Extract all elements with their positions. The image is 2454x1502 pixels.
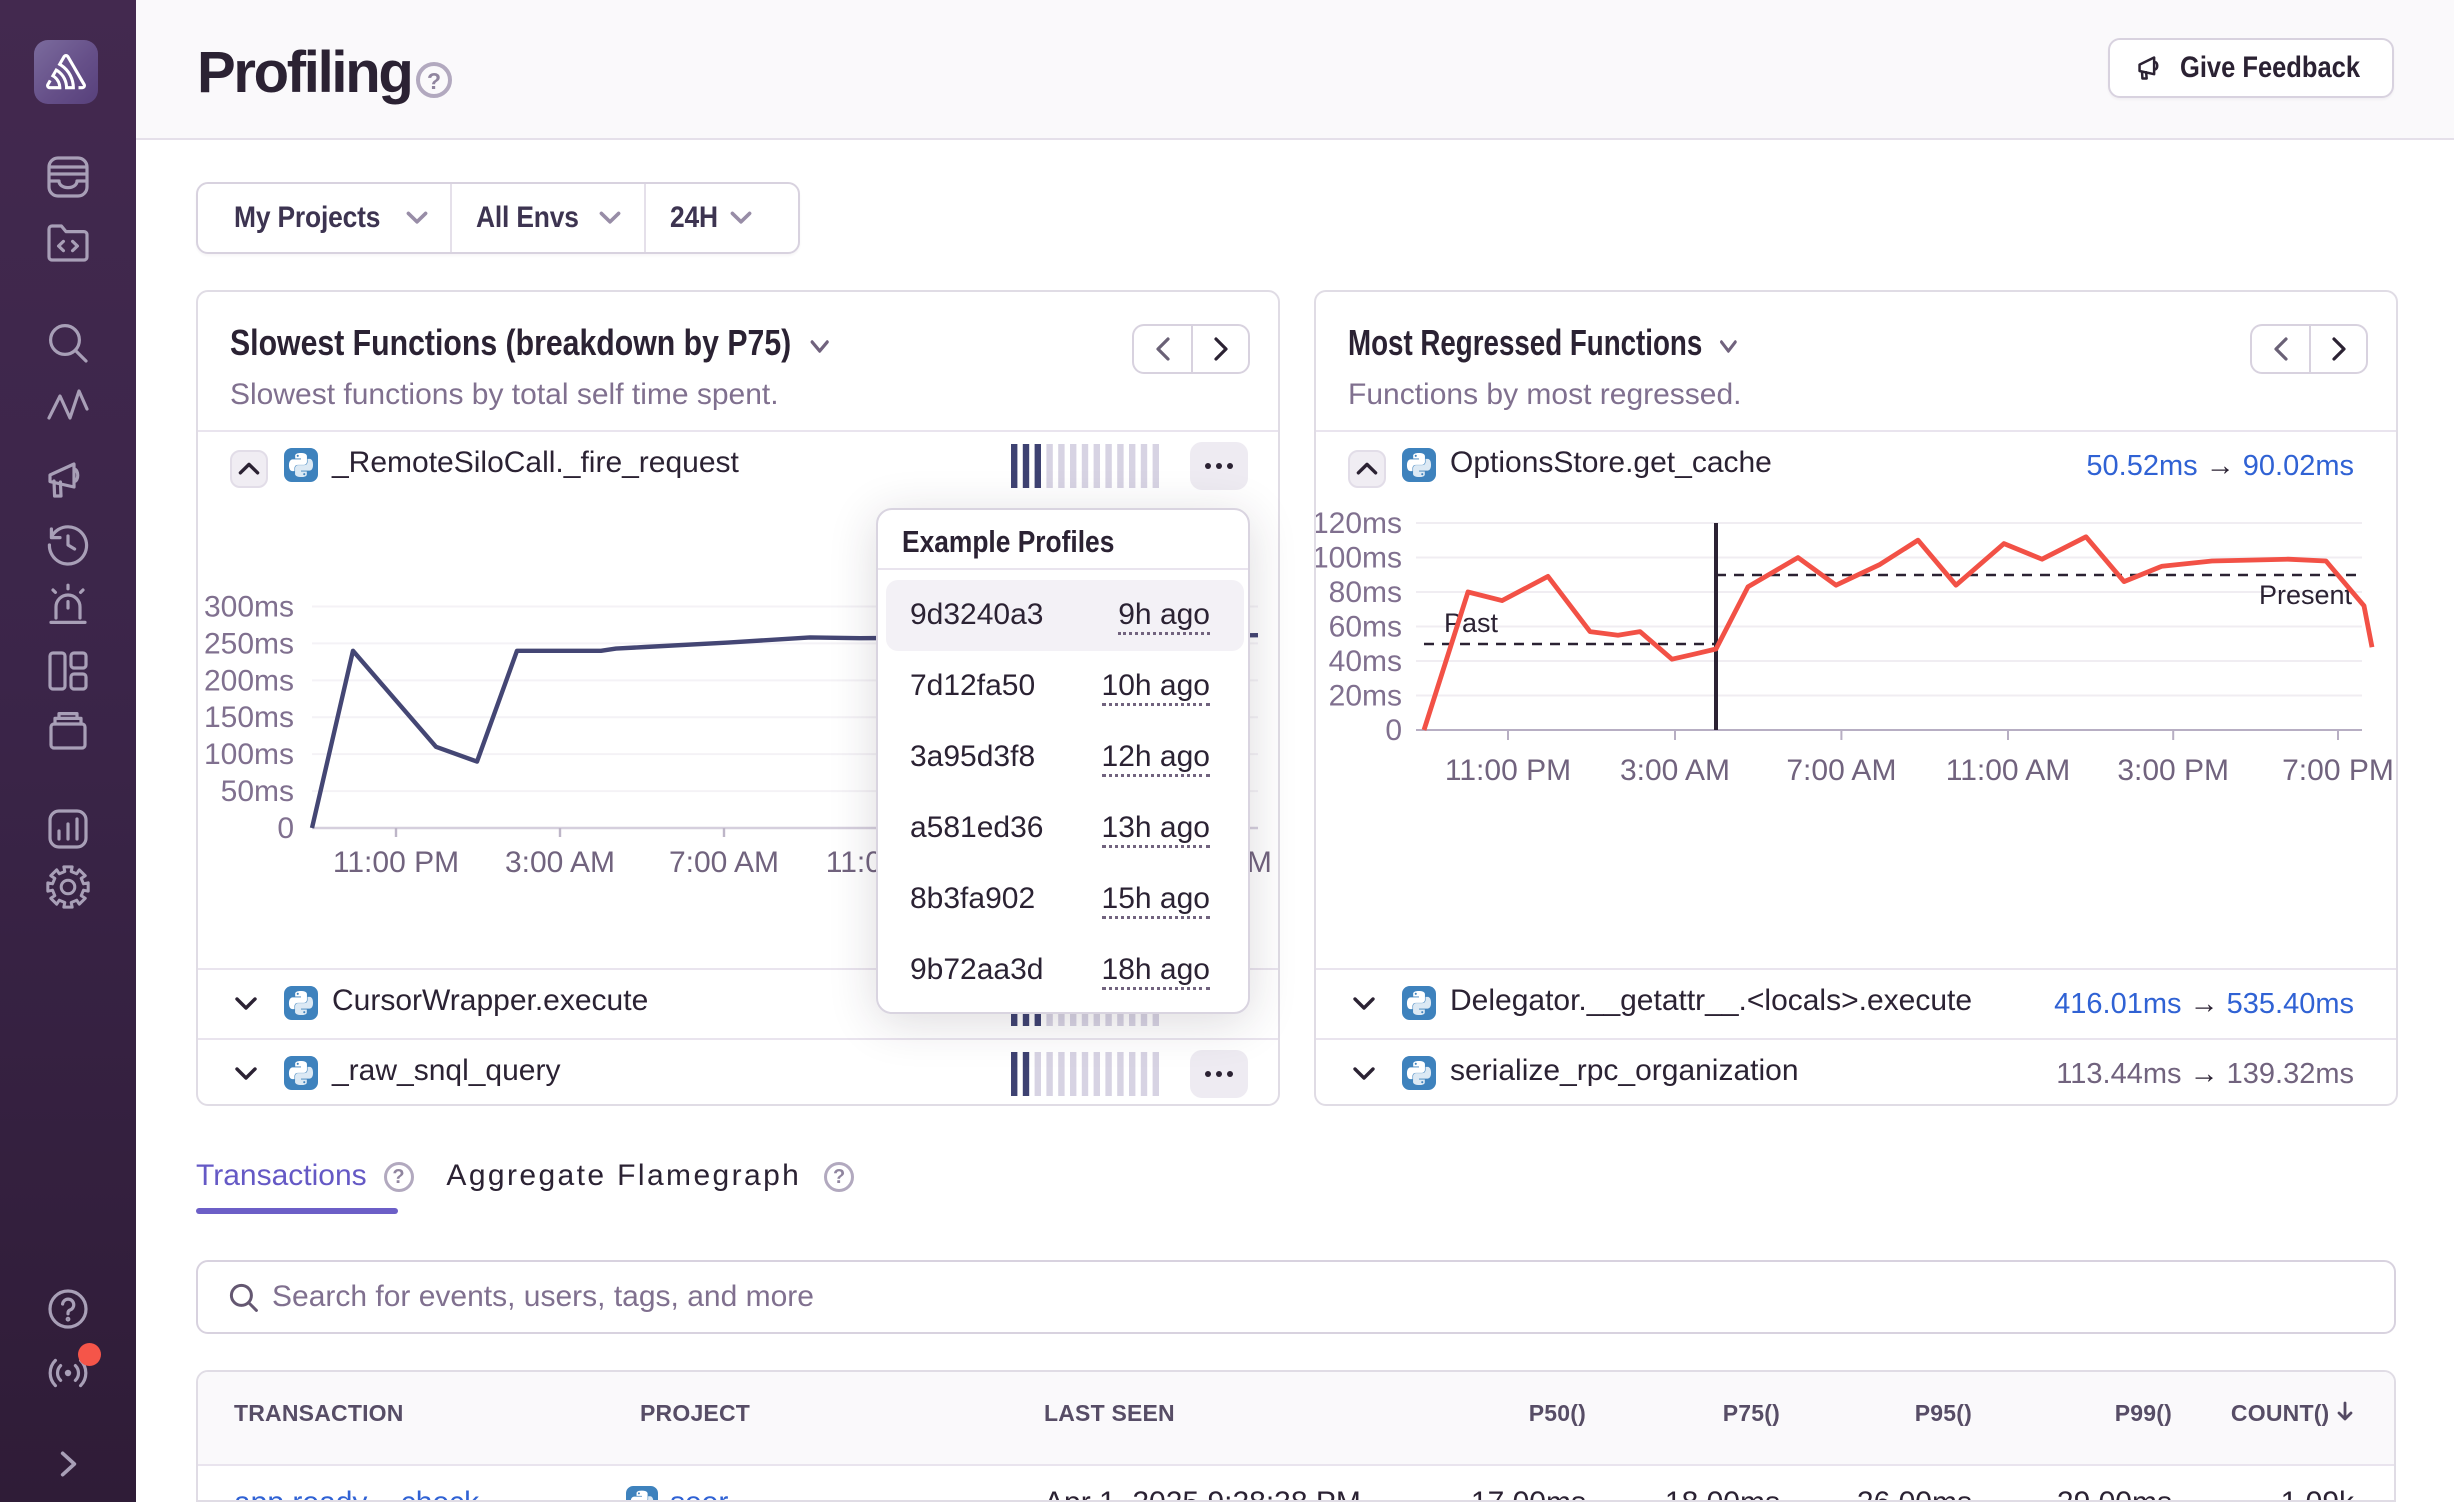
svg-text:Past: Past — [1444, 608, 1499, 638]
svg-text:7:00 AM: 7:00 AM — [1786, 754, 1896, 787]
svg-text:7:00 PM: 7:00 PM — [2282, 754, 2394, 787]
svg-text:40ms: 40ms — [1329, 645, 1402, 678]
svg-text:3:00 PM: 3:00 PM — [2117, 754, 2229, 787]
svg-text:200ms: 200ms — [204, 664, 294, 697]
svg-text:100ms: 100ms — [1316, 542, 1402, 575]
svg-text:250ms: 250ms — [204, 627, 294, 660]
svg-text:11:00 PM: 11:00 PM — [333, 846, 459, 879]
svg-text:300ms: 300ms — [204, 590, 294, 623]
svg-text:150ms: 150ms — [204, 701, 294, 734]
svg-text:50ms: 50ms — [221, 775, 294, 808]
svg-text:120ms: 120ms — [1316, 508, 1402, 540]
svg-text:100ms: 100ms — [204, 738, 294, 771]
svg-text:3:00 AM: 3:00 AM — [1620, 754, 1730, 787]
svg-text:3:00 AM: 3:00 AM — [505, 846, 615, 879]
svg-text:7:00 AM: 7:00 AM — [669, 846, 779, 879]
svg-text:0: 0 — [277, 812, 294, 845]
svg-text:60ms: 60ms — [1329, 611, 1402, 644]
svg-text:80ms: 80ms — [1329, 576, 1402, 609]
svg-text:11:00 PM: 11:00 PM — [1445, 754, 1571, 787]
svg-text:Present: Present — [2259, 580, 2353, 610]
svg-text:11:00 AM: 11:00 AM — [1946, 754, 2071, 787]
svg-text:20ms: 20ms — [1329, 680, 1402, 713]
svg-text:0: 0 — [1385, 714, 1402, 747]
